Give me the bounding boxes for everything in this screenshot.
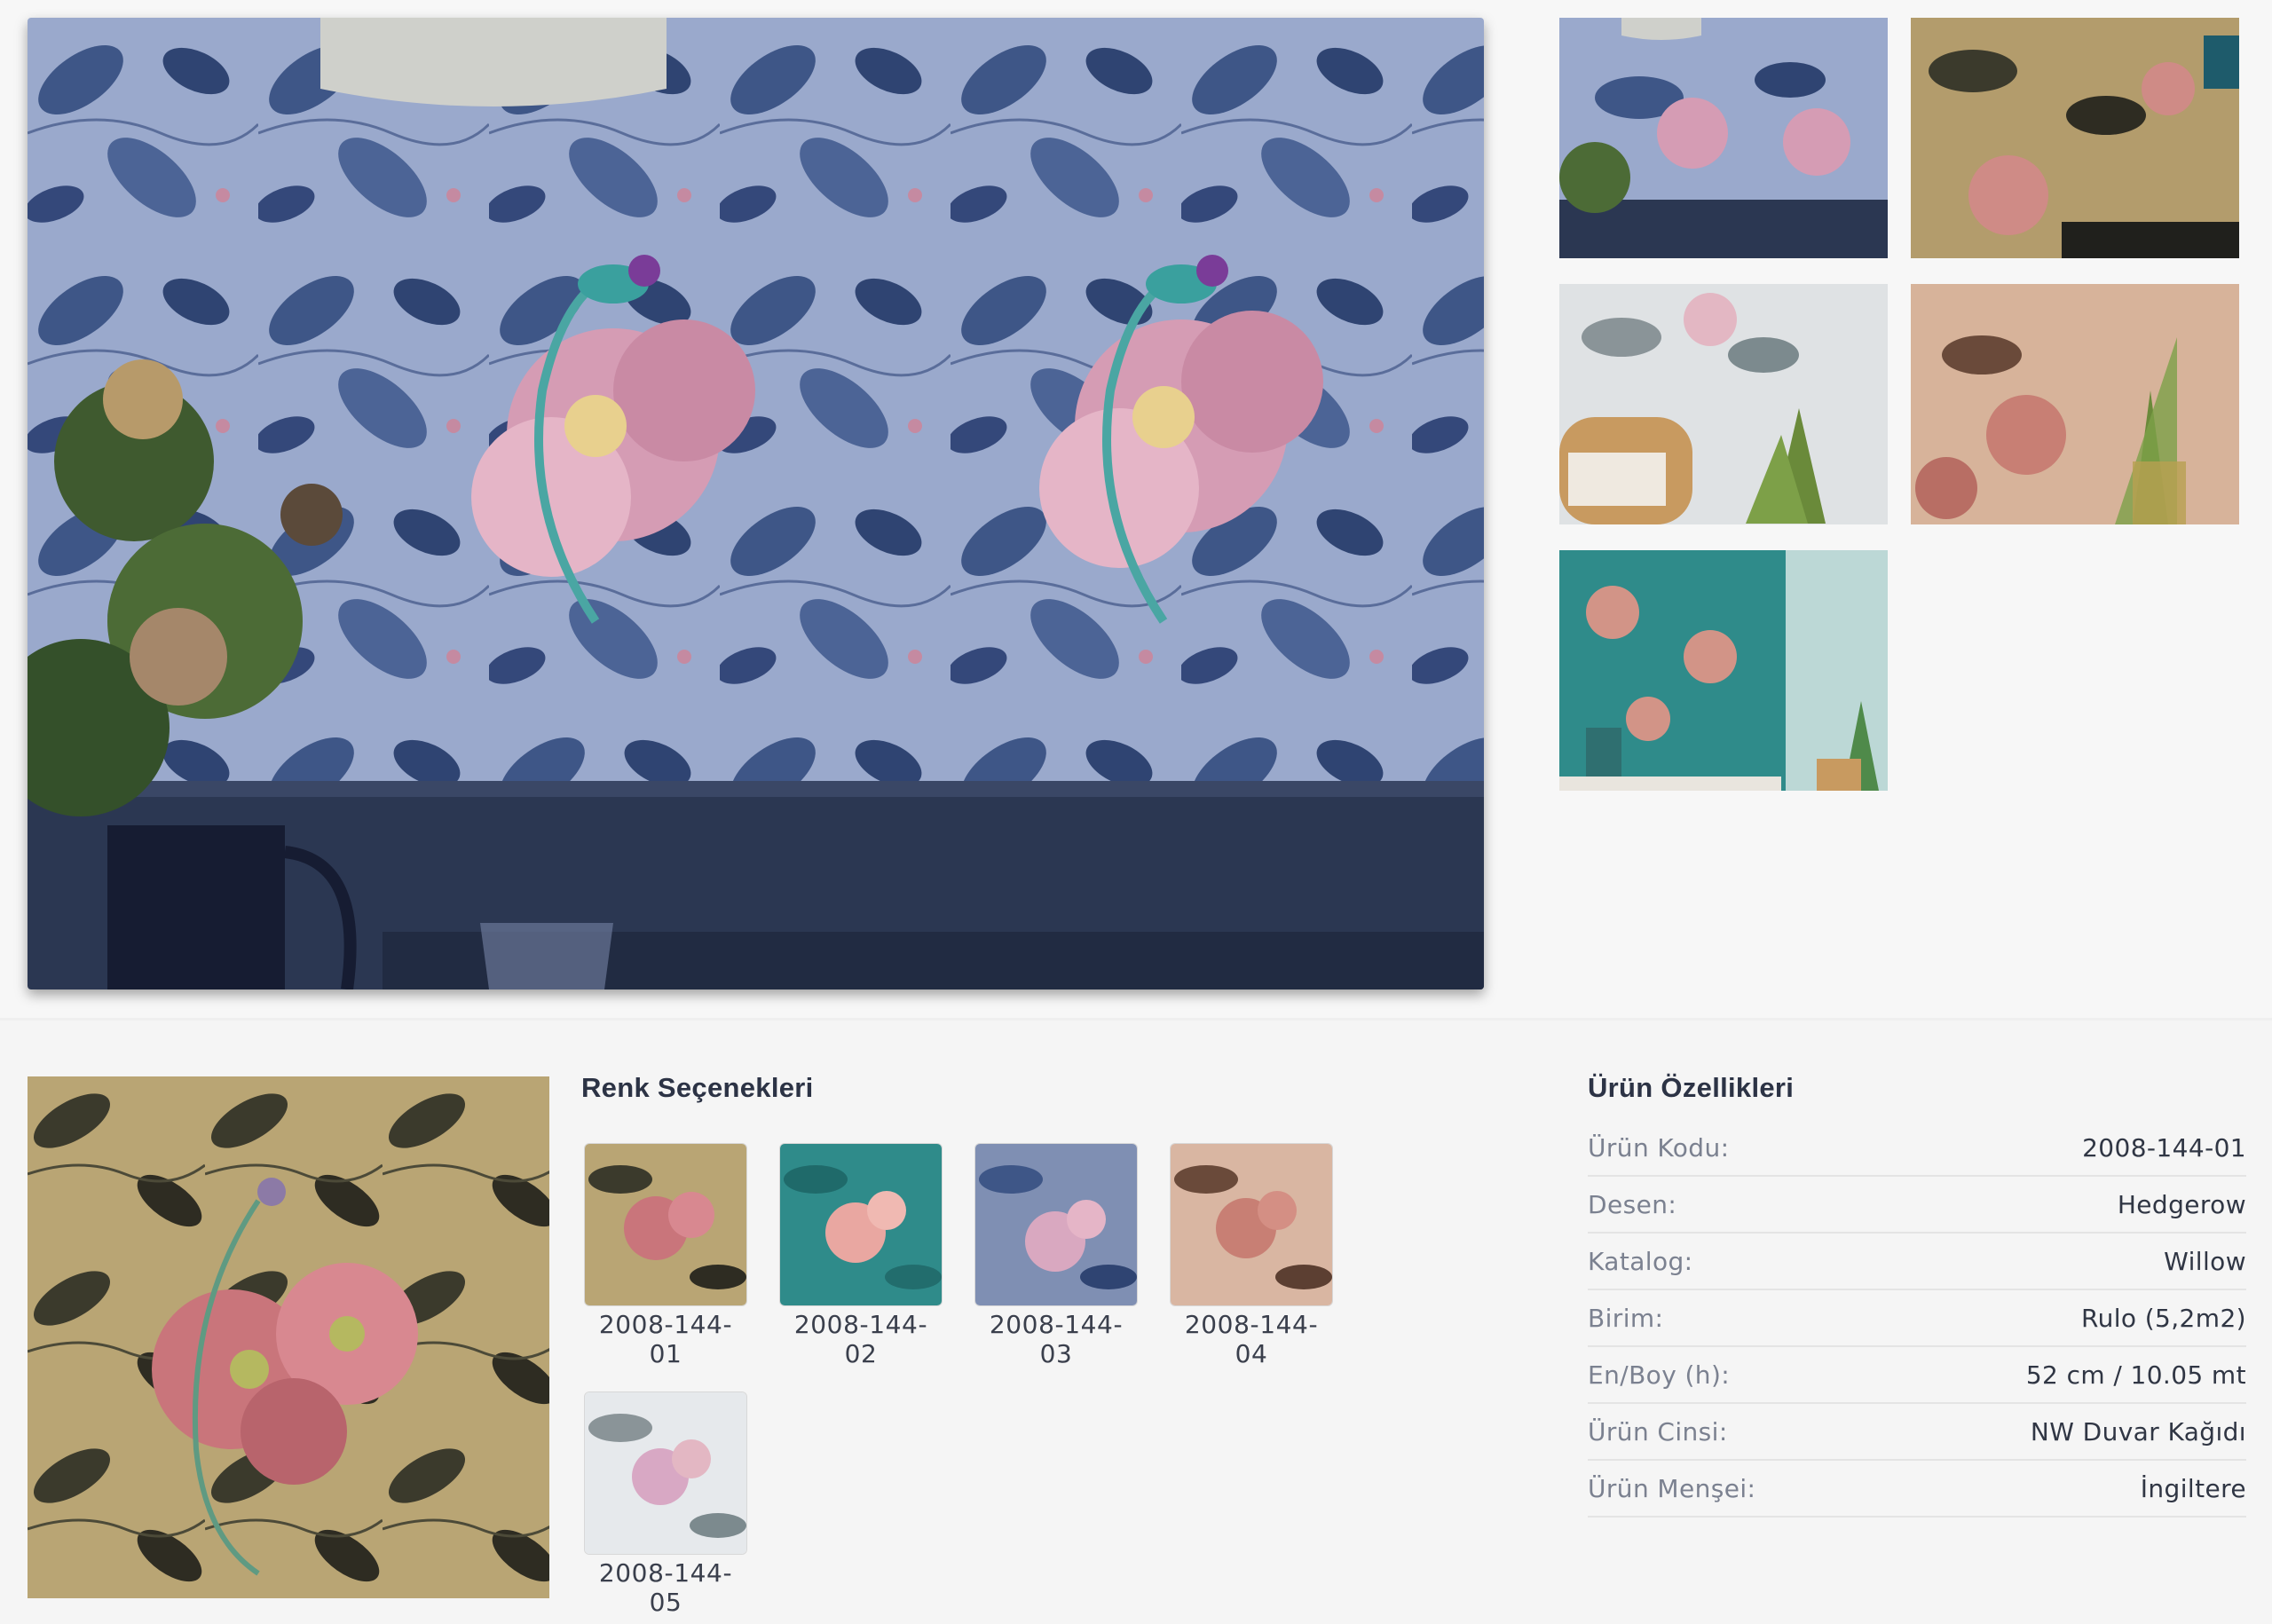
thumbnail-white-bedroom[interactable] xyxy=(1559,284,1888,524)
pattern-sample-image xyxy=(28,1076,549,1598)
spec-value: Rulo (5,2m2) xyxy=(2080,1303,2246,1333)
spec-row-catalog: Katalog: Willow xyxy=(1588,1234,2246,1290)
color-option-2008-144-05[interactable]: 2008-144-05 xyxy=(584,1391,747,1617)
spec-row-product-code: Ürün Kodu: 2008-144-01 xyxy=(1588,1120,2246,1177)
thumbnail-teal-room[interactable] xyxy=(1559,550,1888,791)
color-option-2008-144-03[interactable]: 2008-144-03 xyxy=(974,1143,1138,1368)
spec-row-product-type: Ürün Cinsi: NW Duvar Kağıdı xyxy=(1588,1404,2246,1461)
swatch-image xyxy=(1170,1143,1333,1306)
spec-key: Desen: xyxy=(1588,1189,1677,1219)
main-image-art xyxy=(28,18,1484,989)
swatch-code: 2008-144-01 xyxy=(598,1310,733,1368)
spec-key: En/Boy (h): xyxy=(1588,1360,1731,1390)
spec-key: Ürün Cinsi: xyxy=(1588,1416,1728,1447)
swatch-image xyxy=(974,1143,1138,1306)
spec-value: Hedgerow xyxy=(2117,1189,2246,1219)
color-option-2008-144-01[interactable]: 2008-144-01 xyxy=(584,1143,747,1368)
spec-row-unit: Birim: Rulo (5,2m2) xyxy=(1588,1290,2246,1347)
thumbnail-image xyxy=(1559,284,1888,524)
spec-row-dimensions: En/Boy (h): 52 cm / 10.05 mt xyxy=(1588,1347,2246,1404)
color-option-2008-144-04[interactable]: 2008-144-04 xyxy=(1170,1143,1333,1368)
swatch-image xyxy=(584,1391,747,1555)
thumbnail-blue-room[interactable] xyxy=(1559,18,1888,258)
spec-value: İngiltere xyxy=(2140,1473,2246,1503)
thumbnail-image xyxy=(1911,284,2239,524)
thumbnail-image xyxy=(1559,18,1888,258)
spec-row-origin: Ürün Menşei: İngiltere xyxy=(1588,1461,2246,1518)
thumbnail-image xyxy=(1911,18,2239,258)
spec-key: Ürün Menşei: xyxy=(1588,1473,1756,1503)
product-specs-title: Ürün Özellikleri xyxy=(1588,1072,1795,1103)
swatch-image xyxy=(584,1143,747,1306)
spec-value: 2008-144-01 xyxy=(2082,1132,2246,1163)
swatch-code: 2008-144-04 xyxy=(1184,1310,1319,1368)
main-product-image[interactable] xyxy=(28,18,1484,989)
thumbnail-peach-vase[interactable] xyxy=(1911,284,2239,524)
swatch-code: 2008-144-02 xyxy=(793,1310,928,1368)
sample-art xyxy=(28,1076,549,1598)
thumbnail-image xyxy=(1559,550,1888,791)
spec-value: Willow xyxy=(2164,1246,2246,1276)
swatch-code: 2008-144-03 xyxy=(989,1310,1124,1368)
swatch-code: 2008-144-05 xyxy=(598,1558,733,1617)
spec-key: Katalog: xyxy=(1588,1246,1693,1276)
spec-row-pattern: Desen: Hedgerow xyxy=(1588,1177,2246,1234)
color-options-title: Renk Seçenekleri xyxy=(581,1072,814,1103)
thumbnail-gold-room[interactable] xyxy=(1911,18,2239,258)
spec-key: Birim: xyxy=(1588,1303,1664,1333)
spec-value: 52 cm / 10.05 mt xyxy=(2025,1360,2246,1390)
spec-key: Ürün Kodu: xyxy=(1588,1132,1730,1163)
spec-value: NW Duvar Kağıdı xyxy=(2030,1416,2246,1447)
color-option-2008-144-02[interactable]: 2008-144-02 xyxy=(779,1143,943,1368)
product-specs-table: Ürün Kodu: 2008-144-01 Desen: Hedgerow K… xyxy=(1588,1120,2246,1518)
swatch-image xyxy=(779,1143,943,1306)
